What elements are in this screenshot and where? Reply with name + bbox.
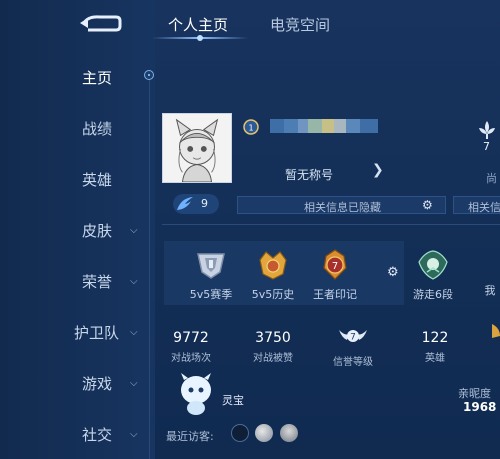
honor-item-king-mark[interactable]: 7 王者印记	[300, 248, 370, 302]
sidebar-item-label: 战绩	[82, 119, 113, 138]
chevron-down-icon: ⌵	[130, 326, 138, 338]
sidebar-item-label: 荣誉	[82, 272, 113, 291]
stat-heroes[interactable]: 122 英雄	[400, 330, 470, 364]
honor-item-more[interactable]: 我	[470, 248, 500, 298]
stat-matches[interactable]: 9772 对战场次	[156, 330, 226, 364]
chevron-right-icon[interactable]: ❯	[372, 162, 384, 178]
active-indicator-dot	[144, 70, 154, 80]
gear-icon[interactable]: ⚙	[422, 198, 433, 212]
stat-credit[interactable]: 7 信誉等级	[318, 326, 388, 368]
sidebar-item-label: 英雄	[82, 170, 113, 189]
sidebar-item-heroes[interactable]: 英雄	[0, 162, 150, 196]
credit-wings-icon: 7	[339, 330, 367, 343]
honor-item-roam[interactable]: 游走6段	[398, 248, 468, 302]
hidden-info-text: 相关信息已隐藏	[304, 201, 381, 214]
partial-gold-icon	[492, 324, 500, 338]
sidebar-item-honor[interactable]: 荣誉 ⌵	[0, 264, 150, 298]
hidden-info-bar-2[interactable]: 相关信	[453, 196, 500, 214]
visitor-avatar[interactable]	[280, 424, 298, 442]
honor-label: 游走6段	[413, 288, 453, 301]
sidebar-item-games[interactable]: 游戏 ⌵	[0, 366, 150, 400]
player-title[interactable]: 暂无称号	[285, 166, 333, 183]
recent-visitors-label: 最近访客:	[166, 430, 214, 443]
stat-value: 9772	[173, 330, 209, 346]
level-badge-value: 9	[201, 197, 208, 210]
stat-label: 对战场次	[171, 353, 211, 364]
intimacy-label: 亲昵度	[458, 387, 491, 400]
roam-rank-icon	[418, 250, 448, 280]
sidebar-item-label: 社交	[82, 425, 113, 444]
svg-text:1: 1	[248, 124, 253, 133]
sidebar-item-label: 皮肤	[82, 221, 113, 240]
sidebar-item-guard[interactable]: 护卫队 ⌵	[0, 315, 150, 349]
honor-item-history[interactable]: 5v5历史	[238, 248, 308, 302]
chevron-down-icon: ⌵	[130, 275, 138, 287]
tab-indicator-dot	[197, 35, 203, 41]
tab-esports[interactable]: 电竞空间	[270, 14, 330, 35]
level-badge[interactable]: 9	[173, 194, 219, 214]
emblem-count: 7	[483, 140, 490, 153]
chevron-down-icon: ⌵	[130, 377, 138, 389]
stat-label: 英雄	[425, 353, 445, 364]
pet-spirit-icon[interactable]	[176, 372, 216, 416]
player-name-mosaic	[270, 119, 378, 133]
avatar[interactable]	[162, 113, 232, 183]
wing-icon	[177, 197, 193, 210]
visitor-avatar[interactable]	[255, 424, 273, 442]
back-arrow-icon[interactable]	[78, 12, 122, 34]
chevron-down-icon: ⌵	[130, 428, 138, 440]
stat-label: 对战被赞	[253, 353, 293, 364]
honor-item-season[interactable]: 5v5赛季	[176, 248, 246, 302]
tab-profile[interactable]: 个人主页	[168, 14, 228, 35]
sidebar-item-label: 主页	[82, 68, 113, 87]
stat-value: 3750	[255, 330, 291, 346]
visitor-avatar[interactable]	[231, 424, 249, 442]
sidebar-item-label: 护卫队	[74, 323, 120, 342]
stat-likes[interactable]: 3750 对战被赞	[238, 330, 308, 364]
pet-name: 灵宝	[222, 394, 244, 407]
section-divider	[162, 224, 500, 225]
gear-icon[interactable]: ⚙	[387, 265, 399, 280]
credit-level: 7	[350, 333, 356, 343]
king-mark-badge: 7	[332, 261, 338, 272]
intimacy-value: 1968	[463, 400, 497, 414]
sidebar-item-skins[interactable]: 皮肤 ⌵	[0, 213, 150, 247]
sidebar: 主页 战绩 英雄 皮肤 ⌵ 荣誉 ⌵ 护卫队 ⌵ 游戏 ⌵ 社交 ⌵	[0, 0, 155, 459]
hidden-info-text-2: 相关信	[468, 201, 500, 214]
sidebar-item-home[interactable]: 主页	[0, 60, 150, 94]
honor-label: 王者印记	[313, 288, 357, 301]
lotus-emblem-icon	[479, 121, 495, 139]
sidebar-item-record[interactable]: 战绩	[0, 111, 150, 145]
sidebar-item-label: 游戏	[82, 374, 113, 393]
silver-rank-icon	[197, 253, 225, 279]
honor-label: 5v5历史	[251, 288, 295, 301]
sidebar-item-social[interactable]: 社交 ⌵	[0, 417, 150, 451]
chevron-down-icon: ⌵	[130, 224, 138, 236]
level-badge-icon: 1	[243, 119, 259, 135]
stat-value: 122	[421, 330, 449, 346]
gold-crown-rank-icon	[259, 251, 287, 280]
honor-label: 5v5赛季	[189, 288, 233, 301]
hidden-info-bar[interactable]: 相关信息已隐藏 ⚙	[237, 196, 446, 214]
stat-label: 信誉等级	[333, 357, 373, 368]
honor-label: 我	[484, 284, 496, 297]
truncated-label: 尚	[486, 172, 497, 185]
king-mark-icon: 7	[323, 249, 347, 280]
